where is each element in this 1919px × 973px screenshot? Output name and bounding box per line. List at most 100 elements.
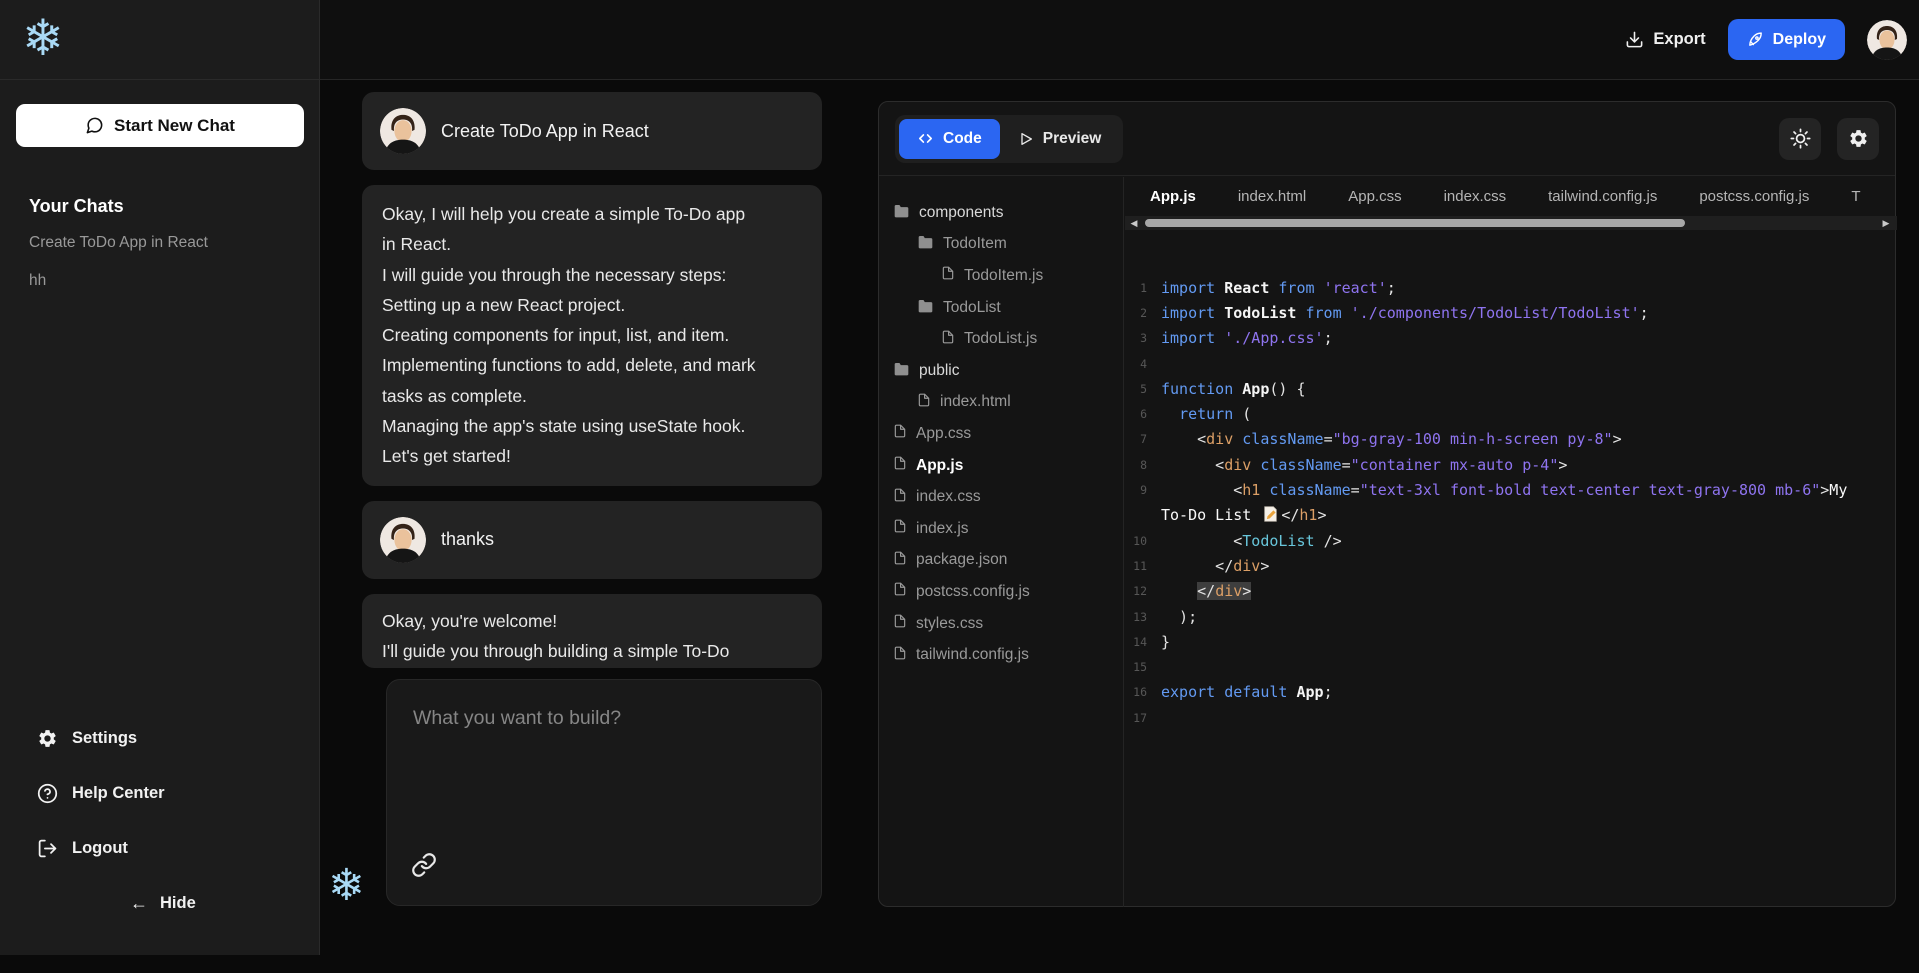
sun-icon bbox=[1790, 128, 1811, 149]
tree-item-file[interactable]: App.css bbox=[879, 418, 1123, 450]
file-tree: componentsTodoItem TodoItem.js TodoList Tod… bbox=[879, 177, 1124, 907]
hide-sidebar-button[interactable]: ← Hide bbox=[130, 893, 196, 914]
code-row: 14} bbox=[1125, 629, 1897, 654]
tree-item-label: index.js bbox=[916, 520, 969, 538]
code-line: <div className="bg-gray-100 min-h-screen… bbox=[1147, 430, 1622, 448]
tree-item-folder[interactable]: public bbox=[879, 355, 1123, 387]
scrollbar-thumb[interactable] bbox=[1145, 219, 1685, 227]
logo-area: ❄ bbox=[0, 0, 320, 80]
code-line: import TodoList from './components/TodoL… bbox=[1147, 304, 1649, 322]
tree-item-file[interactable]: TodoItem.js bbox=[879, 260, 1123, 292]
deploy-button[interactable]: Deploy bbox=[1728, 19, 1845, 60]
chat-list-item[interactable]: Create ToDo App in React bbox=[29, 234, 299, 252]
code-row: 5function App() { bbox=[1125, 376, 1897, 401]
gear-icon bbox=[37, 728, 58, 749]
message-text-line: Okay, you're welcome! bbox=[382, 606, 802, 636]
chat-message-user: thanks bbox=[362, 501, 822, 579]
message-text: thanks bbox=[441, 529, 494, 550]
line-number: 9 bbox=[1125, 483, 1147, 497]
code-row: 17 bbox=[1125, 705, 1897, 730]
sidebar-item-logout[interactable]: Logout bbox=[37, 838, 128, 859]
line-number: 7 bbox=[1125, 432, 1147, 446]
tree-item-file[interactable]: TodoList.js bbox=[879, 323, 1123, 355]
code-line: </div> bbox=[1147, 557, 1269, 575]
code-row: 10 <TodoList /> bbox=[1125, 528, 1897, 553]
preview-toggle-button[interactable]: Preview bbox=[1000, 119, 1120, 159]
scroll-right-arrow[interactable]: ▶ bbox=[1879, 216, 1893, 230]
file-icon bbox=[893, 423, 907, 444]
tree-item-label: App.css bbox=[916, 425, 971, 443]
attach-link-button[interactable] bbox=[411, 852, 437, 878]
deploy-label: Deploy bbox=[1773, 31, 1826, 49]
start-new-chat-label: Start New Chat bbox=[114, 116, 235, 136]
editor-tab[interactable]: index.html bbox=[1217, 188, 1327, 205]
tree-item-label: package.json bbox=[916, 551, 1007, 569]
tree-item-label: index.css bbox=[916, 488, 981, 506]
editor-tab[interactable]: postcss.config.js bbox=[1678, 188, 1830, 205]
tree-item-label: public bbox=[919, 362, 960, 380]
editor-tab[interactable]: T bbox=[1830, 188, 1881, 205]
panel-settings-button[interactable] bbox=[1837, 118, 1879, 160]
code-row: To-Do List </h1> bbox=[1125, 503, 1897, 528]
gear-icon bbox=[1848, 128, 1869, 149]
chat-message-list: Create ToDo App in React Okay, I will hel… bbox=[362, 92, 822, 683]
sidebar-item-help-center[interactable]: Help Center bbox=[37, 783, 165, 804]
code-view[interactable]: 1import React from 'react';2import TodoL… bbox=[1125, 230, 1897, 730]
arrow-left-icon: ← bbox=[130, 893, 148, 914]
workspace-toolbar: Code Preview bbox=[879, 102, 1895, 176]
code-row: 4 bbox=[1125, 351, 1897, 376]
line-number: 6 bbox=[1125, 407, 1147, 421]
code-row: 12 </div> bbox=[1125, 579, 1897, 604]
tree-item-label: TodoItem.js bbox=[964, 267, 1043, 285]
export-button[interactable]: Export bbox=[1625, 30, 1705, 49]
code-line: ); bbox=[1147, 608, 1197, 626]
tree-item-file[interactable]: index.js bbox=[879, 513, 1123, 545]
editor-tab[interactable]: index.css bbox=[1423, 188, 1528, 205]
message-text-line: Setting up a new React project. bbox=[382, 290, 802, 320]
code-row: 16export default App; bbox=[1125, 680, 1897, 705]
user-avatar[interactable] bbox=[1867, 20, 1907, 60]
line-number: 8 bbox=[1125, 458, 1147, 472]
code-row: 15 bbox=[1125, 654, 1897, 679]
editor-tab[interactable]: App.js bbox=[1129, 188, 1217, 205]
sidebar-item-settings[interactable]: Settings bbox=[37, 728, 137, 749]
line-number: 2 bbox=[1125, 306, 1147, 320]
chat-input[interactable]: What you want to build? bbox=[386, 679, 822, 906]
tree-item-file[interactable]: tailwind.config.js bbox=[879, 639, 1123, 671]
theme-toggle-button[interactable] bbox=[1779, 118, 1821, 160]
code-line: <TodoList /> bbox=[1147, 532, 1342, 550]
horizontal-scrollbar[interactable]: ◀ ▶ bbox=[1125, 216, 1897, 230]
tree-item-file[interactable]: index.html bbox=[879, 387, 1123, 419]
tree-item-file[interactable]: package.json bbox=[879, 545, 1123, 577]
tree-item-label: postcss.config.js bbox=[916, 583, 1030, 601]
editor-tab[interactable]: tailwind.config.js bbox=[1527, 188, 1678, 205]
chat-list-item[interactable]: hh bbox=[29, 272, 299, 290]
code-line: <div className="container mx-auto p-4"> bbox=[1147, 456, 1567, 474]
tree-item-file[interactable]: postcss.config.js bbox=[879, 576, 1123, 608]
file-icon bbox=[917, 392, 931, 413]
your-chats-heading: Your Chats bbox=[29, 196, 124, 217]
tree-item-folder[interactable]: components bbox=[879, 197, 1123, 229]
code-line: To-Do List </h1> bbox=[1147, 506, 1327, 524]
settings-label: Settings bbox=[72, 729, 137, 748]
tree-item-file[interactable]: index.css bbox=[879, 481, 1123, 513]
message-text: Create ToDo App in React bbox=[441, 121, 649, 142]
code-toggle-button[interactable]: Code bbox=[899, 119, 1000, 159]
help-circle-icon bbox=[37, 783, 58, 804]
tree-item-label: TodoList.js bbox=[964, 330, 1037, 348]
tree-item-folder[interactable]: TodoItem bbox=[879, 229, 1123, 261]
editor-tab[interactable]: App.css bbox=[1327, 188, 1422, 205]
tree-item-file[interactable]: styles.css bbox=[879, 608, 1123, 640]
tree-item-file[interactable]: App.js bbox=[879, 450, 1123, 482]
chat-list: Create ToDo App in React hh bbox=[29, 234, 299, 310]
play-icon bbox=[1018, 131, 1034, 147]
chat-input-placeholder: What you want to build? bbox=[413, 707, 621, 730]
start-new-chat-button[interactable]: Start New Chat bbox=[16, 104, 304, 147]
view-toggle: Code Preview bbox=[895, 115, 1123, 163]
tree-item-folder[interactable]: TodoList bbox=[879, 292, 1123, 324]
top-bar: Export Deploy bbox=[320, 0, 1919, 80]
chat-message-assistant: Okay, I will help you create a simple To… bbox=[362, 185, 822, 486]
snowflake-logo-icon: ❄ bbox=[22, 13, 64, 63]
scroll-left-arrow[interactable]: ◀ bbox=[1127, 216, 1141, 230]
chat-message-assistant: Okay, you're welcome!I'll guide you thro… bbox=[362, 594, 822, 668]
